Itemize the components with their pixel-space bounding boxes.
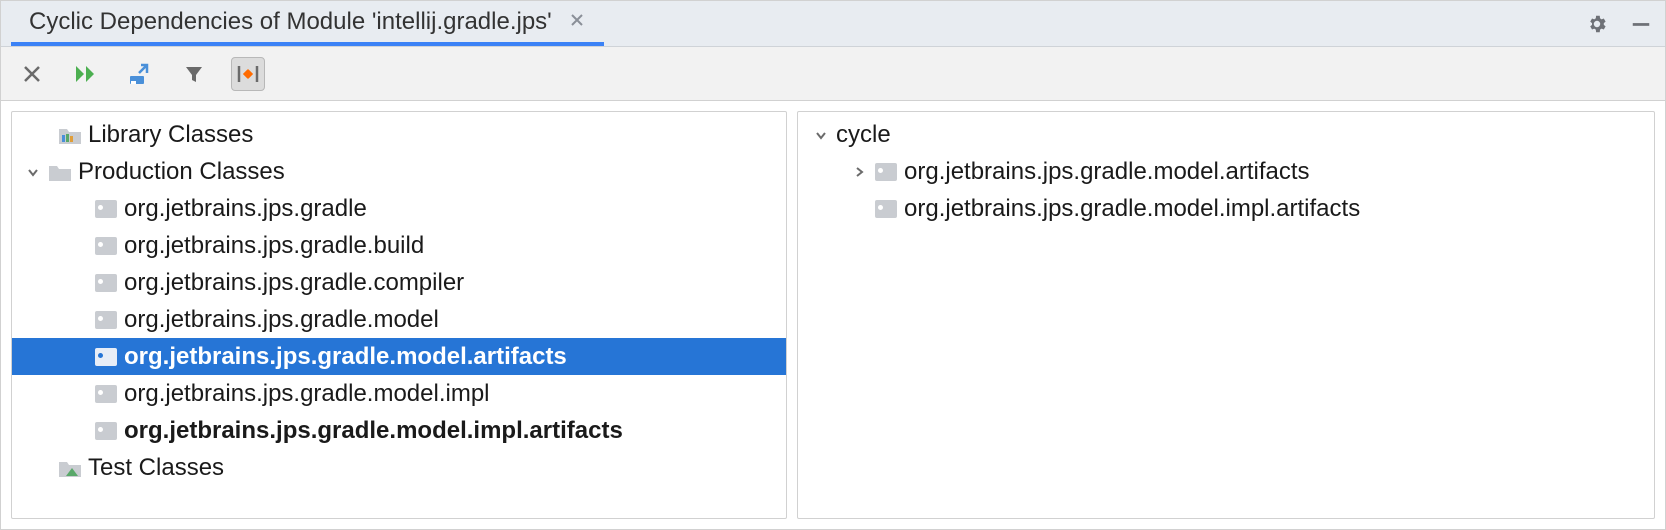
minimize-icon[interactable] — [1627, 10, 1655, 38]
tree-label: org.jetbrains.jps.gradle.model — [124, 306, 439, 334]
toolbar — [1, 47, 1665, 101]
tab-bar: Cyclic Dependencies of Module 'intellij.… — [1, 1, 1665, 47]
library-folder-icon — [58, 124, 82, 146]
tree-node-package[interactable]: org.jetbrains.jps.gradle — [12, 190, 786, 227]
tree-label: Production Classes — [78, 158, 285, 186]
package-icon — [94, 383, 118, 405]
tree-label: org.jetbrains.jps.gradle.compiler — [124, 269, 464, 297]
chevron-down-icon[interactable] — [812, 126, 830, 144]
chevron-down-icon[interactable] — [24, 163, 42, 181]
tree-label: cycle — [836, 121, 891, 149]
export-icon[interactable] — [123, 57, 157, 91]
gear-icon[interactable] — [1583, 10, 1611, 38]
tree-label: org.jetbrains.jps.gradle.model.impl.arti… — [904, 195, 1360, 223]
tab-title: Cyclic Dependencies of Module 'intellij.… — [29, 8, 552, 36]
tree-node-production-classes[interactable]: Production Classes — [12, 153, 786, 190]
tree-node-cycle[interactable]: cycle — [798, 116, 1654, 153]
tree-node-package[interactable]: org.jetbrains.jps.gradle.model.artifacts — [798, 153, 1654, 190]
tree-label: org.jetbrains.jps.gradle.model.artifacts — [904, 158, 1310, 186]
tab-bar-actions — [1583, 1, 1665, 46]
package-icon — [94, 309, 118, 331]
test-folder-icon — [58, 457, 82, 479]
tree-node-package[interactable]: org.jetbrains.jps.gradle.model.impl.arti… — [798, 190, 1654, 227]
folder-icon — [48, 161, 72, 183]
filter-icon[interactable] — [177, 57, 211, 91]
package-icon — [874, 161, 898, 183]
tree-label: org.jetbrains.jps.gradle.build — [124, 232, 424, 260]
package-icon — [94, 272, 118, 294]
tree-node-package[interactable]: org.jetbrains.jps.gradle.model — [12, 301, 786, 338]
tree-label: Test Classes — [88, 454, 224, 482]
tree-node-package[interactable]: org.jetbrains.jps.gradle.model.impl.arti… — [12, 412, 786, 449]
tree-node-library-classes[interactable]: Library Classes — [12, 116, 786, 153]
tree-node-package[interactable]: org.jetbrains.jps.gradle.compiler — [12, 264, 786, 301]
right-tree-pane: cycle org.jetbrains.jps.gradle.model.art… — [797, 111, 1655, 519]
package-icon — [94, 198, 118, 220]
left-tree-pane: Library Classes Production Classes org.j… — [11, 111, 787, 519]
close-button[interactable] — [15, 57, 49, 91]
package-icon — [94, 346, 118, 368]
tool-window: Cyclic Dependencies of Module 'intellij.… — [0, 0, 1666, 530]
tree-node-test-classes[interactable]: Test Classes — [12, 449, 786, 486]
tree-label: org.jetbrains.jps.gradle.model.artifacts — [124, 343, 567, 371]
package-icon — [94, 420, 118, 442]
tree-node-package[interactable]: org.jetbrains.jps.gradle.build — [12, 227, 786, 264]
tab-cyclic-deps[interactable]: Cyclic Dependencies of Module 'intellij.… — [11, 1, 604, 46]
chevron-right-icon[interactable] — [850, 163, 868, 181]
package-icon — [874, 198, 898, 220]
tree-label: Library Classes — [88, 121, 253, 149]
tree-label: org.jetbrains.jps.gradle.model.impl — [124, 380, 490, 408]
content-split: Library Classes Production Classes org.j… — [1, 101, 1665, 529]
rerun-icon[interactable] — [69, 57, 103, 91]
package-icon — [94, 235, 118, 257]
tree-label: org.jetbrains.jps.gradle — [124, 195, 367, 223]
tree-label: org.jetbrains.jps.gradle.model.impl.arti… — [124, 417, 623, 445]
highlight-cycles-icon[interactable] — [231, 57, 265, 91]
tree-node-package[interactable]: org.jetbrains.jps.gradle.model.impl — [12, 375, 786, 412]
tree-node-package-selected[interactable]: org.jetbrains.jps.gradle.model.artifacts — [12, 338, 786, 375]
close-icon[interactable] — [566, 10, 588, 33]
